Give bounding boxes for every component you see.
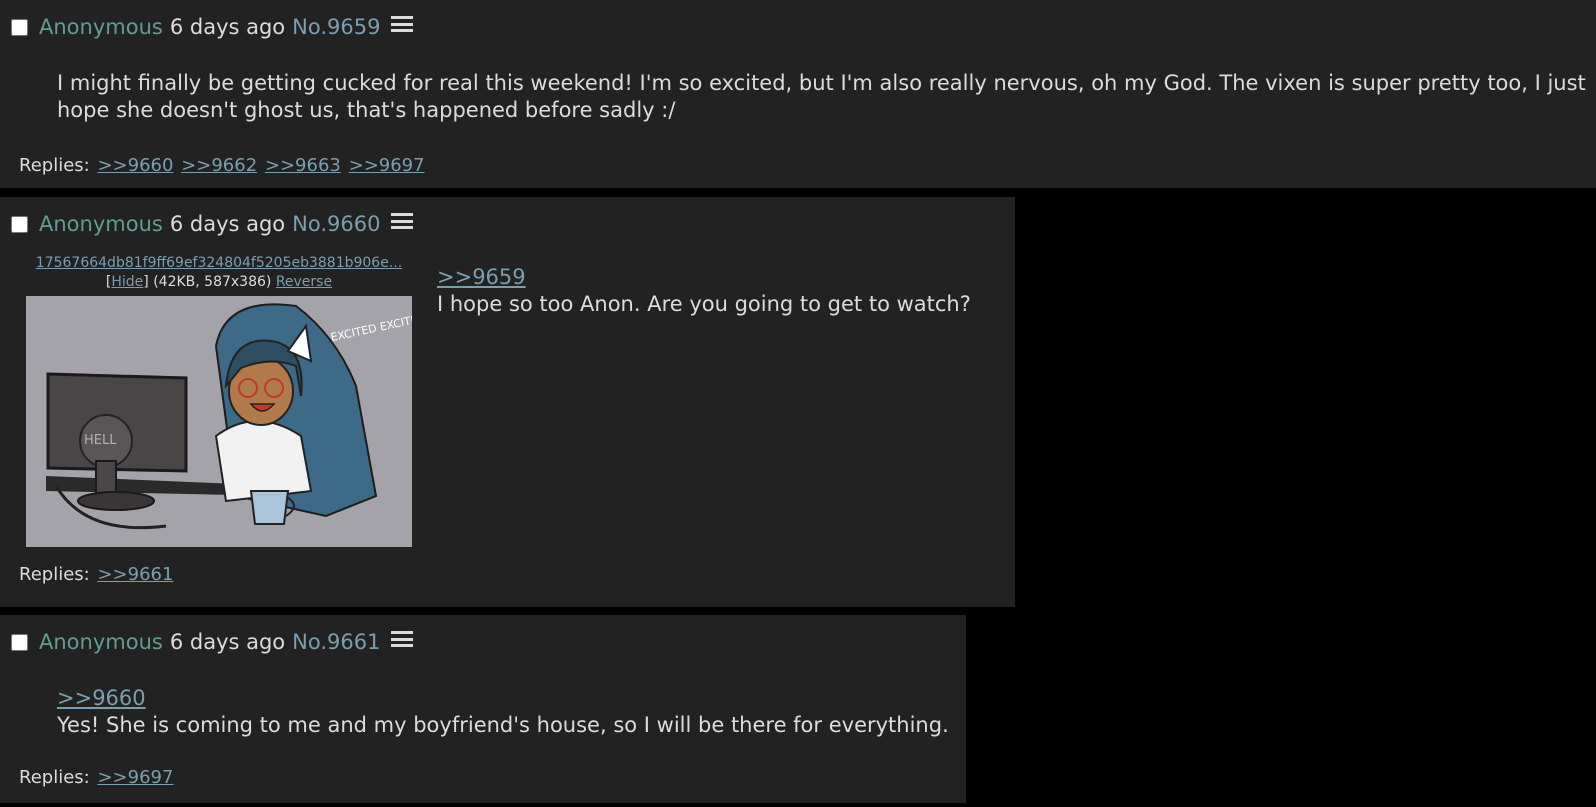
post-message: >>9660 Yes! She is coming to me and my b… <box>57 685 949 739</box>
reply-link[interactable]: >>9660 <box>97 155 173 176</box>
poster-name: Anonymous <box>39 212 163 236</box>
replies-label: Replies: <box>19 155 90 176</box>
post-thumbnail-image[interactable]: HELL EXCITED EXCITED <box>26 296 412 547</box>
replies-label: Replies: <box>19 767 90 788</box>
post-time: 6 days ago <box>169 630 286 654</box>
replies-list: Replies: >>9697 <box>19 767 173 788</box>
file-info: 17567664db81f9ff69ef324804f5205eb3881b90… <box>26 254 412 292</box>
post-time: 6 days ago <box>169 15 286 39</box>
post-message: >>9659 I hope so too Anon. Are you going… <box>437 264 971 318</box>
post-select-checkbox[interactable] <box>11 215 28 233</box>
replies-label: Replies: <box>19 564 90 585</box>
post-header: Anonymous 6 days ago No.9661 <box>11 629 414 655</box>
message-line: Yes! She is coming to me and my boyfrien… <box>57 713 949 737</box>
post-time: 6 days ago <box>169 212 286 236</box>
post-header: Anonymous 6 days ago No.9660 <box>11 211 414 237</box>
file-name-link[interactable]: 17567664db81f9ff69ef324804f5205eb3881b90… <box>36 255 402 271</box>
message-line: I hope so too Anon. Are you going to get… <box>437 292 971 316</box>
monitor-text: HELL <box>84 433 117 448</box>
post-select-checkbox[interactable] <box>11 18 28 36</box>
post-9659: Anonymous 6 days ago No.9659 I might fin… <box>0 0 1596 188</box>
hamburger-menu-icon[interactable] <box>391 16 414 32</box>
post-9661: Anonymous 6 days ago No.9661 >>9660 Yes!… <box>0 615 966 803</box>
replies-list: Replies: >>9660 >>9662 >>9663 >>9697 <box>19 155 425 176</box>
message-line: hope she doesn't ghost us, that's happen… <box>57 98 676 122</box>
post-number-link[interactable]: No.9659 <box>292 15 380 39</box>
post-header: Anonymous 6 days ago No.9659 <box>11 14 414 40</box>
reply-link[interactable]: >>9697 <box>349 155 425 176</box>
poster-name: Anonymous <box>39 630 163 654</box>
hide-link[interactable]: Hide <box>111 274 143 290</box>
post-message: I might finally be getting cucked for re… <box>57 70 1586 124</box>
reverse-search-link[interactable]: Reverse <box>276 274 332 290</box>
file-meta: (42KB, 587x386) <box>153 274 272 290</box>
post-number-link[interactable]: No.9661 <box>292 630 380 654</box>
poster-name: Anonymous <box>39 15 163 39</box>
post-number-link[interactable]: No.9660 <box>292 212 380 236</box>
replies-list: Replies: >>9661 <box>19 564 173 585</box>
thumbnail-illustration: HELL EXCITED EXCITED <box>26 296 412 547</box>
hamburger-menu-icon[interactable] <box>391 213 414 229</box>
reply-link[interactable]: >>9697 <box>97 767 173 788</box>
reply-link[interactable]: >>9663 <box>265 155 341 176</box>
reply-link[interactable]: >>9662 <box>181 155 257 176</box>
message-line: I might finally be getting cucked for re… <box>57 71 1586 95</box>
bracket-close: ] <box>143 274 149 290</box>
post-select-checkbox[interactable] <box>11 633 28 651</box>
reply-link[interactable]: >>9661 <box>97 564 173 585</box>
quote-link[interactable]: >>9659 <box>437 264 971 291</box>
quote-link[interactable]: >>9660 <box>57 685 949 712</box>
post-9660: Anonymous 6 days ago No.9660 17567664db8… <box>0 197 1015 607</box>
hamburger-menu-icon[interactable] <box>391 631 414 647</box>
